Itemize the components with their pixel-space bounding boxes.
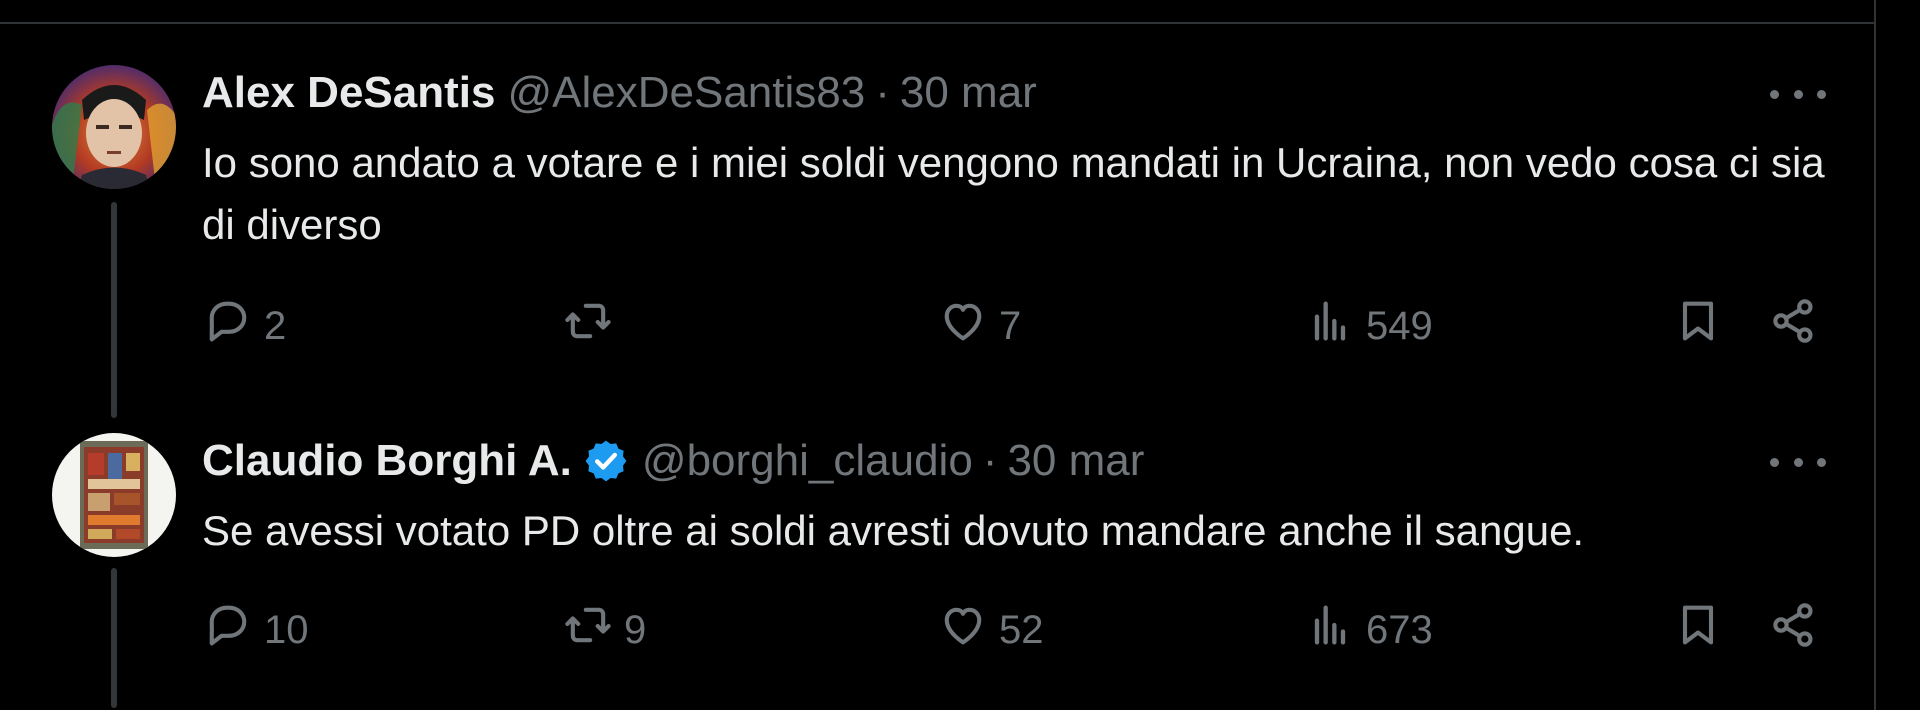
bookmark-icon: [1672, 599, 1724, 661]
like-button[interactable]: 52: [937, 600, 1044, 660]
repost-icon: [562, 599, 614, 661]
like-count: 52: [999, 607, 1044, 652]
header-separator: ·: [875, 68, 890, 117]
author-handle[interactable]: @AlexDeSantis83: [507, 68, 865, 118]
like-count: 7: [999, 303, 1022, 348]
tweet-text: Io sono andato a votare e i miei soldi v…: [202, 139, 1825, 248]
author-handle[interactable]: @borghi_claudio: [642, 436, 973, 486]
views-button[interactable]: 549: [1304, 296, 1433, 356]
avatar-claudio-borghi[interactable]: [52, 433, 176, 557]
more-options-icon[interactable]: [1770, 442, 1826, 482]
author-name[interactable]: Claudio Borghi A.: [202, 436, 572, 486]
tweet-timestamp[interactable]: 30 mar: [1007, 436, 1144, 486]
bookmark-button[interactable]: [1672, 600, 1724, 660]
views-chart-icon: [1304, 599, 1356, 661]
bookmark-button[interactable]: [1672, 296, 1724, 356]
repost-count: 9: [624, 607, 647, 652]
views-count: 549: [1366, 303, 1433, 348]
avatar-alex-desantis[interactable]: [52, 65, 176, 189]
repost-button[interactable]: [562, 296, 624, 356]
tweet-header: Alex DeSantis @AlexDeSantis83 · 30 mar: [202, 65, 1037, 121]
more-options-icon[interactable]: [1770, 74, 1826, 114]
bookmark-icon: [1672, 295, 1724, 357]
tweet-text: Se avessi votato PD oltre ai soldi avres…: [202, 507, 1585, 554]
verified-badge-icon[interactable]: [582, 437, 630, 485]
tweet-actions: 2 7 549: [202, 296, 1842, 356]
heart-icon: [937, 599, 989, 661]
repost-button[interactable]: 9: [562, 600, 646, 660]
reply-count: 2: [264, 303, 287, 348]
thread-connector-line: [111, 202, 117, 418]
reply-icon: [202, 599, 254, 661]
tweet-claudio-borghi[interactable]: Claudio Borghi A. @borghi_claudio · 30 m…: [0, 420, 1876, 710]
reply-icon: [202, 295, 254, 357]
share-button[interactable]: [1768, 600, 1820, 660]
tweet-alex-desantis[interactable]: Alex DeSantis @AlexDeSantis83 · 30 mar I…: [0, 0, 1876, 420]
views-button[interactable]: 673: [1304, 600, 1433, 660]
header-separator: ·: [982, 436, 998, 485]
heart-icon: [937, 295, 989, 357]
tweet-actions: 10 9 52 673: [202, 600, 1842, 660]
reply-button[interactable]: 2: [202, 296, 286, 356]
tweet-header: Claudio Borghi A. @borghi_claudio · 30 m…: [202, 433, 1144, 489]
reply-count: 10: [264, 607, 309, 652]
repost-icon: [562, 295, 614, 357]
like-button[interactable]: 7: [937, 296, 1021, 356]
share-icon: [1768, 295, 1820, 357]
share-button[interactable]: [1768, 296, 1820, 356]
thread-connector-line: [111, 568, 117, 708]
share-icon: [1768, 599, 1820, 661]
author-name[interactable]: Alex DeSantis: [202, 68, 495, 118]
reply-button[interactable]: 10: [202, 600, 309, 660]
views-count: 673: [1366, 607, 1433, 652]
tweet-timestamp[interactable]: 30 mar: [900, 68, 1037, 118]
views-chart-icon: [1304, 295, 1356, 357]
